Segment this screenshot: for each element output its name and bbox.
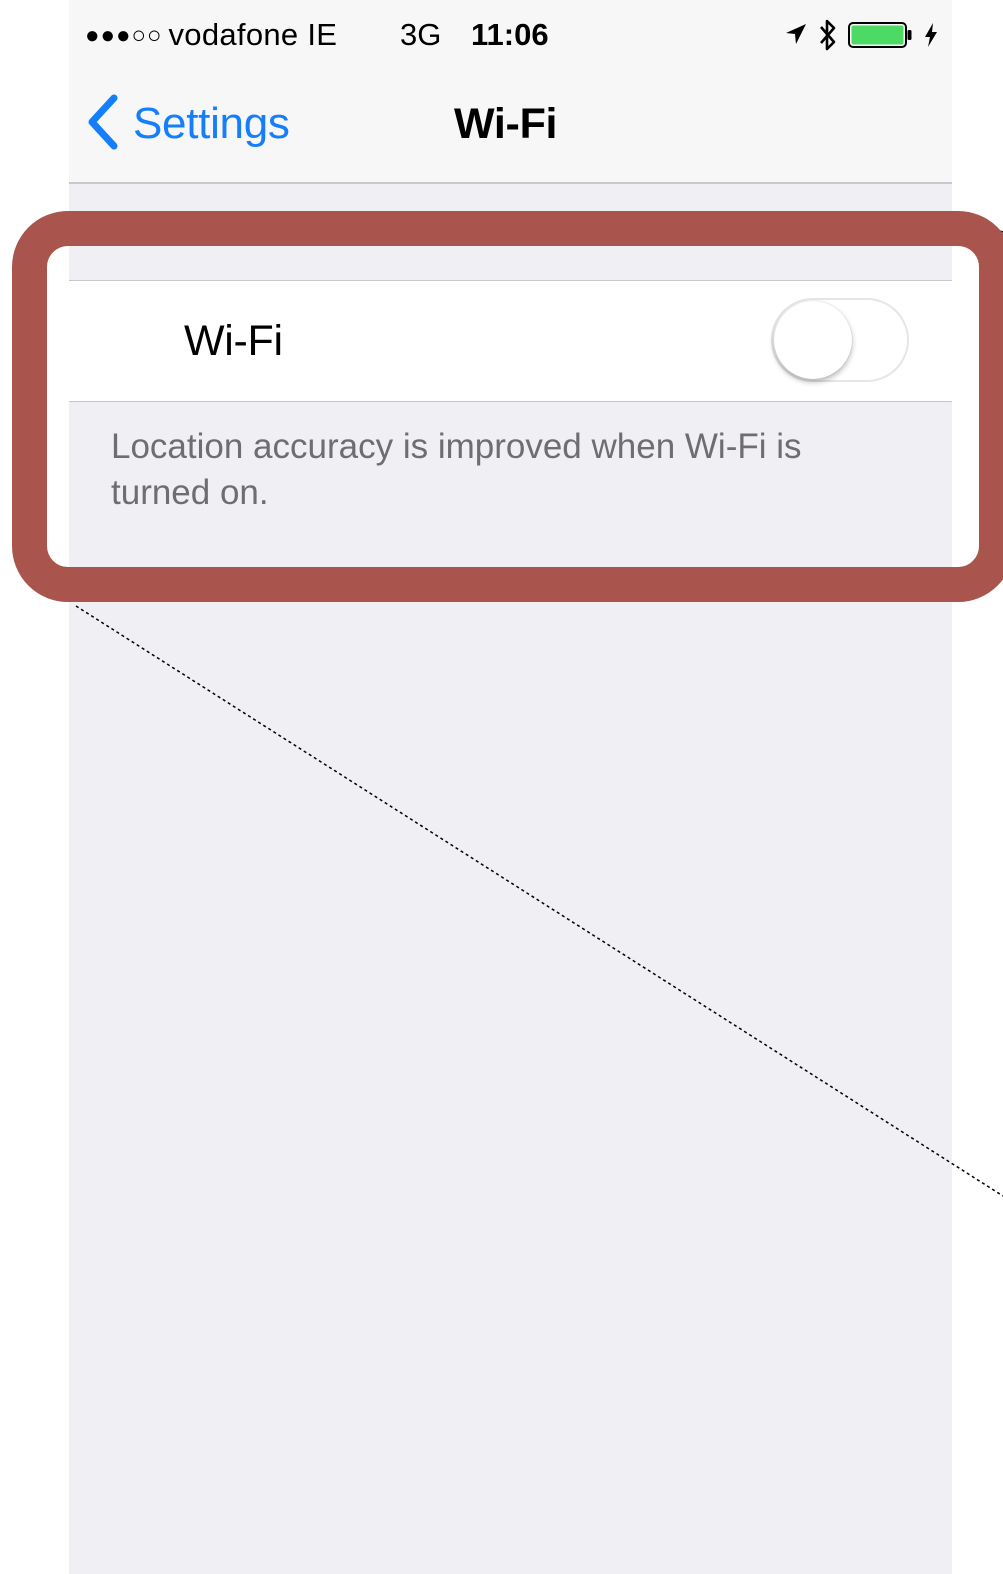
navigation-bar: Settings Wi-Fi: [69, 70, 952, 182]
wifi-toggle[interactable]: [771, 298, 909, 382]
wifi-row-label: Wi-Fi: [184, 317, 283, 365]
carrier-info: ●●●○○ vodafone IE: [85, 17, 337, 53]
back-button-label: Settings: [133, 99, 290, 148]
bluetooth-icon: [818, 18, 838, 52]
network-type: 3G: [400, 17, 442, 52]
wifi-row: Wi-Fi: [69, 280, 952, 402]
status-time: 11:06: [471, 17, 549, 52]
carrier-name: vodafone IE: [168, 17, 338, 52]
chevron-left-icon: [87, 94, 119, 155]
signal-strength-icon: ●●●○○: [85, 22, 163, 49]
header: ●●●○○ vodafone IE 3G 11:06 Settings Wi-F…: [69, 0, 952, 184]
charging-bolt-icon: [924, 22, 938, 48]
battery-icon: [848, 22, 914, 48]
page-title: Wi-Fi: [454, 100, 558, 148]
status-bar: ●●●○○ vodafone IE 3G 11:06: [69, 0, 952, 70]
back-button[interactable]: Settings: [87, 94, 290, 154]
status-icons: [784, 18, 938, 52]
location-arrow-icon: [784, 22, 808, 48]
wifi-footer-text: Location accuracy is improved when Wi-Fi…: [111, 427, 802, 512]
toggle-knob: [774, 301, 852, 379]
wifi-settings-screen: ●●●○○ vodafone IE 3G 11:06 Settings Wi-F…: [69, 0, 952, 1574]
page: ●●●○○ vodafone IE 3G 11:06 Settings Wi-F…: [0, 0, 1003, 1574]
